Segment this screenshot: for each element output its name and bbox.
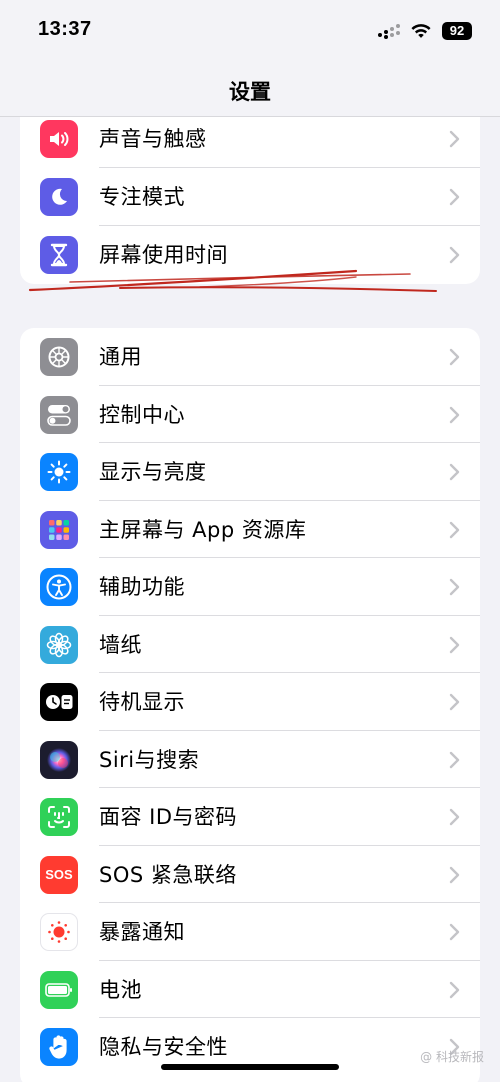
- exposure-icon: [40, 913, 78, 951]
- settings-group-top: 声音与触感 专注模式 屏幕使用时间: [20, 100, 480, 284]
- chevron-right-icon: [449, 463, 460, 481]
- chevron-right-icon: [449, 348, 460, 366]
- chevron-right-icon: [449, 981, 460, 998]
- row-accessibility[interactable]: 辅助功能: [20, 558, 480, 616]
- siri-icon: [40, 740, 78, 779]
- row-face-id-passcode[interactable]: 面容 ID与密码: [20, 788, 480, 846]
- wifi-icon: [411, 24, 431, 38]
- hourglass-icon: [40, 236, 78, 274]
- chevron-right-icon: [449, 866, 460, 883]
- watermark: @ 科技新报: [420, 1050, 484, 1064]
- chevron-right-icon: [449, 751, 460, 768]
- row-label: 主屏幕与 App 资源库: [99, 517, 307, 542]
- chevron-right-icon: [449, 636, 460, 653]
- cellular-signal-icon: [378, 23, 400, 39]
- chevron-right-icon: [449, 923, 460, 941]
- row-label: 屏幕使用时间: [99, 243, 228, 267]
- toggles-icon: [40, 395, 78, 434]
- row-focus[interactable]: 专注模式: [20, 168, 480, 226]
- app-grid-icon: [40, 510, 78, 549]
- face-id-icon: [40, 798, 78, 836]
- row-label: 通用: [99, 345, 142, 369]
- status-time: 13:37: [38, 18, 92, 40]
- page-title: 设置: [229, 80, 271, 104]
- moon-icon: [40, 178, 78, 216]
- speaker-icon: [40, 120, 78, 158]
- row-label: 显示与亮度: [99, 460, 207, 484]
- accessibility-icon: [40, 568, 78, 606]
- row-label: 暴露通知: [99, 920, 185, 944]
- row-label: 墙纸: [99, 632, 142, 657]
- row-label: 专注模式: [99, 185, 185, 209]
- row-label: 辅助功能: [99, 575, 185, 599]
- row-label: 电池: [99, 977, 142, 1002]
- chevron-right-icon: [449, 578, 460, 596]
- row-label: SOS 紧急联络: [99, 862, 237, 887]
- chevron-right-icon: [449, 521, 460, 538]
- row-screen-time[interactable]: 屏幕使用时间: [20, 226, 480, 284]
- standby-icon: [40, 683, 78, 721]
- row-label: 隐私与安全性: [99, 1035, 228, 1059]
- settings-screen: 13:37 92 声音与触感: [0, 0, 500, 1082]
- settings-group-main: 通用 控制中心 显示与亮度 主屏幕与 App 资源库 辅助功能 墙纸 待机显示 …: [20, 328, 480, 1082]
- flower-icon: [40, 625, 78, 664]
- row-display-brightness[interactable]: 显示与亮度: [20, 443, 480, 501]
- row-battery[interactable]: 电池: [20, 961, 480, 1018]
- row-wallpaper[interactable]: 墙纸: [20, 616, 480, 673]
- battery-level: 92: [442, 22, 472, 40]
- row-standby[interactable]: 待机显示: [20, 673, 480, 731]
- nav-divider: [0, 116, 500, 117]
- chevron-right-icon: [449, 188, 460, 206]
- row-sounds-haptics[interactable]: 声音与触感: [20, 110, 480, 168]
- row-emergency-sos[interactable]: SOS SOS 紧急联络: [20, 846, 480, 903]
- row-siri-search[interactable]: Siri与搜索: [20, 731, 480, 788]
- row-general[interactable]: 通用: [20, 328, 480, 386]
- chevron-right-icon: [449, 406, 460, 423]
- chevron-right-icon: [449, 130, 460, 148]
- sun-icon: [40, 453, 78, 491]
- row-label: 控制中心: [99, 402, 185, 427]
- row-label: 待机显示: [99, 690, 185, 714]
- row-label: Siri与搜索: [99, 747, 200, 772]
- home-indicator[interactable]: [161, 1064, 339, 1070]
- chevron-right-icon: [449, 693, 460, 711]
- chevron-right-icon: [449, 246, 460, 264]
- hand-icon: [40, 1028, 78, 1066]
- gear-icon: [40, 338, 78, 376]
- row-home-screen-app-library[interactable]: 主屏幕与 App 资源库: [20, 501, 480, 558]
- sos-icon: SOS: [40, 855, 78, 894]
- row-control-center[interactable]: 控制中心: [20, 386, 480, 443]
- row-label: 面容 ID与密码: [99, 805, 238, 829]
- row-exposure-notifications[interactable]: 暴露通知: [20, 903, 480, 961]
- battery-icon: [40, 970, 78, 1009]
- row-label: 声音与触感: [99, 127, 207, 151]
- chevron-right-icon: [449, 808, 460, 826]
